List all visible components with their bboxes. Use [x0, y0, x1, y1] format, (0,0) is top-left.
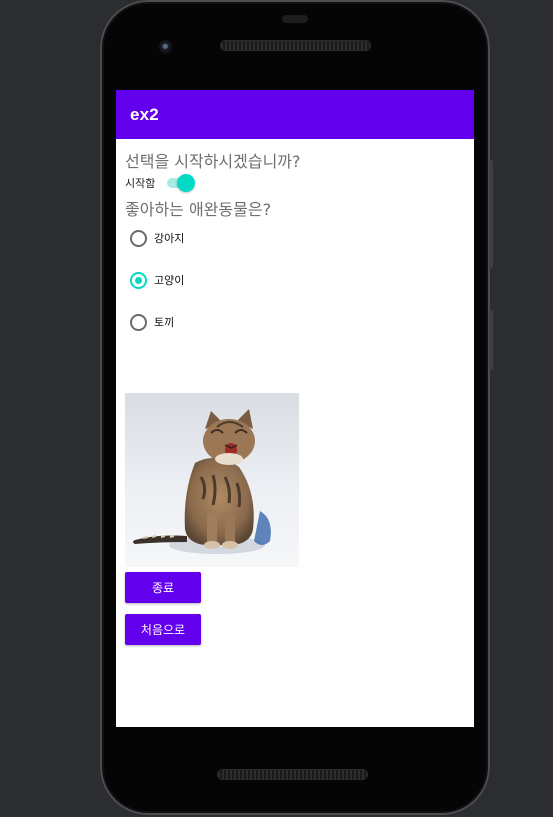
bottom-speaker-grille: [218, 770, 367, 779]
question-start: 선택을 시작하시겠습니까?: [125, 152, 301, 171]
question-pet: 좋아하는 애완동물은?: [125, 200, 272, 219]
app-bar: ex2: [116, 90, 474, 139]
volume-button: [489, 160, 493, 268]
radio-button-dog[interactable]: [130, 229, 147, 247]
app-screen: ex2 선택을 시작하시겠습니까? 시작함 좋아하는 애완동물은? 강아지 고양…: [116, 90, 474, 727]
phone-frame: ex2 선택을 시작하시겠습니까? 시작함 좋아하는 애완동물은? 강아지 고양…: [100, 0, 493, 815]
radio-option-cat[interactable]: 고양이: [130, 270, 184, 290]
finish-button[interactable]: 종료: [125, 572, 201, 603]
start-switch-row[interactable]: 시작함: [125, 174, 196, 192]
radio-label-cat: 고양이: [154, 274, 185, 287]
switch-thumb[interactable]: [177, 174, 196, 192]
radio-label-rabbit: 토끼: [154, 316, 175, 329]
front-camera-icon: [159, 40, 173, 54]
cat-photo: [125, 393, 299, 567]
radio-label-dog: 강아지: [154, 232, 185, 245]
restart-button[interactable]: 처음으로: [125, 614, 201, 645]
radio-option-dog[interactable]: 강아지: [130, 228, 184, 248]
radio-option-rabbit[interactable]: 토끼: [130, 312, 174, 332]
top-speaker-grille: [221, 41, 370, 50]
start-switch-label: 시작함: [125, 177, 156, 190]
earpiece: [282, 15, 308, 23]
start-switch[interactable]: [167, 174, 196, 192]
app-title: ex2: [130, 104, 159, 124]
power-button: [489, 310, 493, 370]
radio-button-cat[interactable]: [130, 271, 147, 289]
radio-button-rabbit[interactable]: [130, 313, 147, 331]
